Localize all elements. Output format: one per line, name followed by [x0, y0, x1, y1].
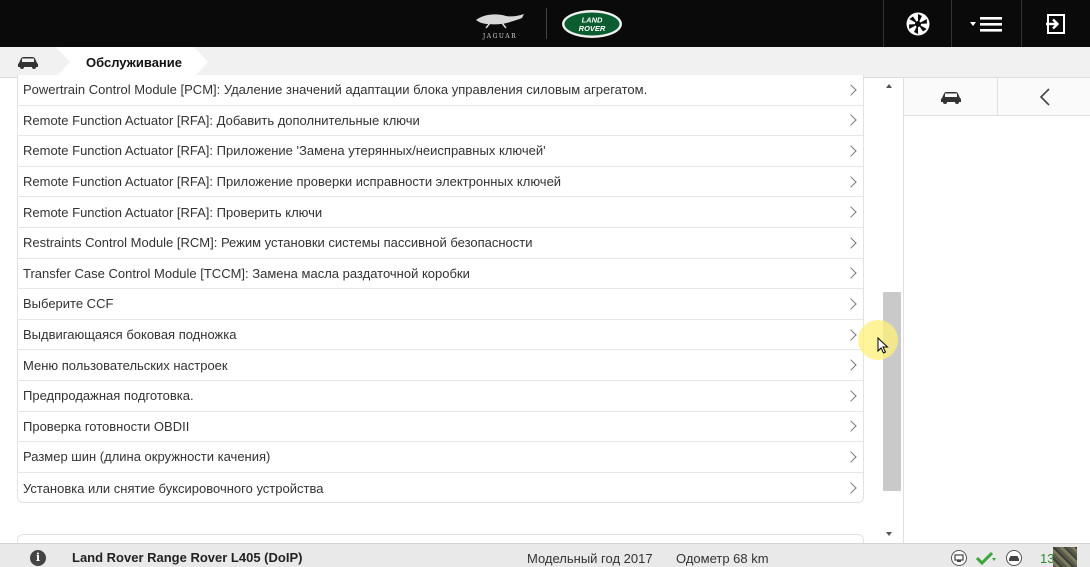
status-bar: i Land Rover Range Rover L405 (DoIP) Мод…	[0, 543, 1090, 567]
list-item[interactable]: Выдвигающаяся боковая подножка	[18, 320, 863, 351]
vehicle-info-tab[interactable]	[904, 78, 998, 116]
list-item[interactable]: Выберите CCF	[18, 289, 863, 320]
list-item[interactable]: Restraints Control Module [RCM]: Режим у…	[18, 228, 863, 259]
aperture-icon	[906, 12, 929, 35]
chevron-right-icon	[845, 359, 857, 371]
breadcrumb-current[interactable]: Обслуживание	[56, 47, 208, 77]
webcam-thumbnail	[1053, 547, 1077, 567]
service-function-list: Powertrain Control Module [PCM]: Удалени…	[17, 75, 864, 503]
main-menu-button[interactable]	[951, 0, 1021, 47]
top-bar: JAGUAR LAND ROVER	[0, 0, 1090, 47]
svg-text:JAGUAR: JAGUAR	[482, 33, 517, 40]
right-panel-tabs	[904, 78, 1090, 116]
list-item[interactable]: Remote Function Actuator [RFA]: Добавить…	[18, 106, 863, 137]
exit-icon	[1046, 13, 1065, 34]
chevron-right-icon	[845, 145, 857, 157]
list-item-label: Размер шин (длина окружности качения)	[23, 449, 271, 465]
list-item-label: Remote Function Actuator [RFA]: Приложен…	[23, 143, 546, 159]
list-item[interactable]: Меню пользовательских настроек	[18, 350, 863, 381]
list-item-label: Выберите CCF	[23, 296, 114, 312]
list-item[interactable]: Предпродажная подготовка.	[18, 381, 863, 412]
chevron-right-icon	[845, 206, 857, 218]
svg-text:ROVER: ROVER	[579, 24, 606, 33]
vehicle-name: Land Rover Range Rover L405 (DoIP)	[72, 550, 303, 565]
model-year: Модельный год 2017	[527, 551, 653, 566]
odometer: Одометр 68 km	[676, 551, 769, 566]
scroll-down-arrow[interactable]	[886, 532, 892, 536]
chevron-right-icon	[845, 451, 857, 463]
chevron-right-icon	[845, 84, 857, 96]
chevron-right-icon	[845, 420, 857, 432]
land-rover-logo: LAND ROVER	[562, 10, 622, 38]
list-item[interactable]: Powertrain Control Module [PCM]: Удалени…	[18, 75, 863, 106]
list-item[interactable]: Remote Function Actuator [RFA]: Проверит…	[18, 197, 863, 228]
aperture-button[interactable]	[883, 0, 951, 47]
list-item-label: Remote Function Actuator [RFA]: Добавить…	[23, 112, 420, 128]
list-item[interactable]: Установка или снятие буксировочного устр…	[18, 473, 863, 502]
chevron-right-icon	[845, 482, 857, 494]
list-item-label: Установка или снятие буксировочного устр…	[23, 480, 324, 496]
chevron-right-icon	[845, 175, 857, 188]
chevron-left-icon	[1039, 88, 1050, 106]
chevron-right-icon	[845, 298, 857, 310]
collapse-panel-button[interactable]	[998, 78, 1090, 116]
chevron-right-icon	[845, 390, 857, 402]
list-item[interactable]: Проверка готовности OBDII	[18, 412, 863, 443]
mouse-pointer-icon	[877, 337, 889, 354]
list-item-label: Проверка готовности OBDII	[23, 418, 190, 434]
scroll-up-arrow[interactable]	[886, 84, 892, 88]
vehicle-connection-icon[interactable]	[1005, 550, 1023, 566]
list-item-label: Меню пользовательских настроек	[23, 357, 228, 373]
list-item[interactable]: Remote Function Actuator [RFA]: Приложен…	[18, 167, 863, 198]
list-item[interactable]: Remote Function Actuator [RFA]: Приложен…	[18, 136, 863, 167]
brand-divider	[546, 8, 547, 39]
breadcrumb: Обслуживание	[0, 47, 1090, 78]
car-icon	[18, 56, 38, 69]
jaguar-logo: JAGUAR	[476, 14, 524, 40]
list-item-label: Powertrain Control Module [PCM]: Удалени…	[23, 82, 648, 98]
list-item[interactable]: Transfer Case Control Module [TCCM]: Зам…	[18, 259, 863, 290]
list-item-label: Предпродажная подготовка.	[23, 388, 194, 404]
list-item-label: Transfer Case Control Module [TCCM]: Зам…	[23, 265, 470, 281]
checkmark-icon	[975, 551, 996, 566]
menu-dropdown-icon	[969, 16, 1002, 32]
list-item-label: Remote Function Actuator [RFA]: Проверит…	[23, 204, 323, 220]
vci-connection-icon[interactable]	[950, 550, 968, 566]
vehicle-home-button[interactable]	[0, 47, 56, 77]
list-item-label: Restraints Control Module [RCM]: Режим у…	[23, 235, 533, 251]
list-item[interactable]: Размер шин (длина окружности качения)	[18, 442, 863, 473]
car-icon	[940, 91, 961, 104]
right-panel	[903, 78, 1090, 543]
chevron-right-icon	[845, 114, 857, 127]
chevron-right-icon	[845, 237, 857, 249]
chevron-right-icon	[845, 328, 857, 341]
list-item-label: Выдвигающаяся боковая подножка	[23, 327, 237, 343]
chevron-right-icon	[845, 267, 857, 280]
list-item-label: Remote Function Actuator [RFA]: Приложен…	[23, 174, 562, 190]
info-icon[interactable]: i	[30, 550, 46, 566]
exit-button[interactable]	[1021, 0, 1090, 47]
